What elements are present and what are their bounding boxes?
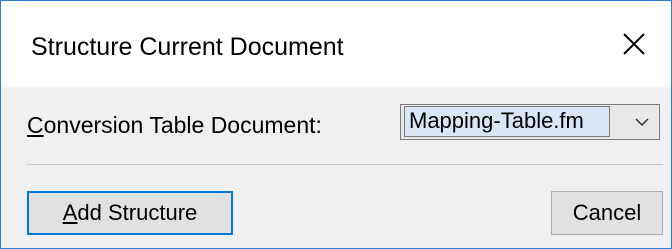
conversion-table-row: Conversion Table Document: Mapping-Table… xyxy=(27,104,663,144)
add-mnemonic: A xyxy=(62,200,78,225)
divider xyxy=(27,164,663,165)
conversion-table-selected-value: Mapping-Table.fm xyxy=(404,106,610,137)
add-structure-button[interactable]: Add Structure xyxy=(27,191,233,235)
conversion-table-label: Conversion Table Document: xyxy=(27,112,322,139)
structure-current-document-dialog: Structure Current Document Conversion Ta… xyxy=(0,0,672,249)
close-icon xyxy=(623,33,645,55)
add-structure-label: dd Structure xyxy=(77,200,198,225)
label-text: onversion Table Document: xyxy=(43,112,322,138)
dialog-title: Structure Current Document xyxy=(31,33,344,61)
title-bar: Structure Current Document xyxy=(1,1,671,87)
close-button[interactable] xyxy=(597,1,671,87)
chevron-down-icon xyxy=(635,118,649,127)
conversion-table-select[interactable]: Mapping-Table.fm xyxy=(400,104,660,140)
cancel-button[interactable]: Cancel xyxy=(551,191,663,235)
label-mnemonic: C xyxy=(27,112,44,138)
